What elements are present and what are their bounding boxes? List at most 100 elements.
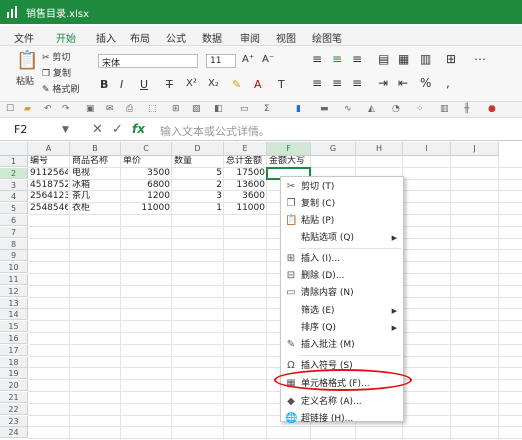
confirm-icon[interactable]: ✓: [112, 122, 123, 137]
subscript-icon[interactable]: X₂: [208, 78, 219, 89]
data-cell[interactable]: 11000: [226, 203, 265, 214]
font-name-select[interactable]: 宋体: [98, 54, 198, 69]
data-cell[interactable]: 25485466: [30, 203, 68, 214]
context-menu-item[interactable]: 排序 (Q) ▶: [281, 320, 403, 337]
context-menu-item[interactable]: ✂ 剪切 (T): [281, 179, 403, 196]
fx-icon[interactable]: fx: [132, 122, 145, 136]
highlight-icon[interactable]: ✎: [232, 78, 241, 91]
context-menu-item[interactable]: ⊟ 删除 (D)...: [281, 268, 403, 285]
select-icon[interactable]: ⬚: [148, 104, 160, 114]
row-header[interactable]: 20: [0, 380, 28, 392]
align-center-icon[interactable]: ≡: [332, 76, 342, 90]
merge-icon[interactable]: ▦: [398, 52, 409, 66]
dropdown-icon[interactable]: ▼: [62, 125, 69, 135]
row-header[interactable]: 10: [0, 262, 28, 274]
chart-column-icon[interactable]: ▮: [296, 104, 308, 114]
row-header[interactable]: 4: [0, 191, 28, 203]
print-icon[interactable]: ⎙: [126, 104, 138, 114]
data-cell[interactable]: 11000: [123, 203, 170, 214]
data-cell[interactable]: 冰箱: [72, 180, 119, 191]
tab-view[interactable]: 视图: [276, 30, 296, 45]
row-header[interactable]: 24: [0, 427, 28, 439]
save-icon[interactable]: ▣: [86, 104, 98, 114]
sum-icon[interactable]: Σ: [264, 104, 276, 114]
header-cell[interactable]: 总计金额: [226, 156, 265, 167]
tab-file[interactable]: 文件: [14, 30, 34, 45]
row-header[interactable]: 2: [0, 167, 28, 179]
column-header-i[interactable]: I: [403, 142, 451, 156]
increase-font-icon[interactable]: A⁺: [242, 54, 254, 65]
percent-icon[interactable]: %: [420, 76, 431, 90]
column-header-h[interactable]: H: [356, 142, 403, 156]
borders-icon[interactable]: ⊞: [446, 52, 456, 66]
align-top-icon[interactable]: ≡: [312, 52, 322, 66]
cancel-icon[interactable]: ✕: [92, 122, 103, 137]
context-menu-item[interactable]: ▭ 清除内容 (N): [281, 285, 403, 302]
row-header[interactable]: 11: [0, 274, 28, 285]
decrease-font-icon[interactable]: A⁻: [262, 54, 274, 65]
data-cell[interactable]: 3: [174, 191, 222, 202]
column-header-j[interactable]: J: [451, 142, 499, 156]
redo-icon[interactable]: ↷: [62, 104, 74, 114]
row-header[interactable]: 9: [0, 250, 28, 262]
chart-stock-icon[interactable]: ╫: [464, 104, 476, 114]
textbox-icon[interactable]: ▭: [240, 104, 252, 114]
column-header-g[interactable]: G: [311, 142, 356, 156]
font-color-icon[interactable]: A: [254, 78, 262, 91]
chart-combo-icon[interactable]: ▥: [440, 104, 452, 114]
align-right-icon[interactable]: ≡: [352, 76, 362, 90]
column-header-f[interactable]: F: [267, 142, 311, 156]
data-cell[interactable]: 1200: [123, 191, 170, 202]
column-header-d[interactable]: D: [172, 142, 224, 156]
column-header-e[interactable]: E: [224, 142, 267, 156]
align-left-icon[interactable]: ≡: [312, 76, 322, 90]
copy-button[interactable]: ❐ 复制: [42, 66, 71, 79]
number-format-icon[interactable]: ▥: [420, 52, 431, 66]
row-header[interactable]: 21: [0, 392, 28, 403]
tab-insert[interactable]: 插入: [96, 30, 116, 45]
font-size-select[interactable]: 11: [206, 54, 236, 68]
data-cell[interactable]: 17500: [226, 168, 265, 179]
indent-icon[interactable]: ⇥: [378, 76, 388, 90]
context-menu-item[interactable]: ◆ 定义名称 (A)...: [281, 394, 403, 411]
tab-layout[interactable]: 布局: [130, 30, 150, 45]
data-cell[interactable]: 电视: [72, 168, 119, 179]
align-bottom-icon[interactable]: ≡: [352, 52, 362, 66]
formula-input[interactable]: 输入文本或公式详情。: [160, 123, 270, 139]
chart-pie-icon[interactable]: ◔: [392, 104, 404, 114]
data-cell[interactable]: 45187525: [30, 180, 68, 191]
row-header[interactable]: 6: [0, 215, 28, 226]
comma-icon[interactable]: ,: [446, 76, 450, 90]
row-header[interactable]: 15: [0, 321, 28, 333]
header-cell[interactable]: 金额大写: [269, 156, 321, 167]
chart-line-icon[interactable]: ∿: [344, 104, 356, 114]
select-all-corner[interactable]: [0, 142, 28, 156]
row-header[interactable]: 19: [0, 368, 28, 380]
table-icon[interactable]: ⊞: [172, 104, 184, 114]
tab-data[interactable]: 数据: [202, 30, 222, 45]
row-header[interactable]: 12: [0, 285, 28, 297]
data-cell[interactable]: 6800: [123, 180, 170, 191]
chart-area-icon[interactable]: ◭: [368, 104, 380, 114]
data-cell[interactable]: 3500: [123, 168, 170, 179]
data-cell[interactable]: 5: [174, 168, 222, 179]
row-header[interactable]: 22: [0, 403, 28, 415]
data-cell[interactable]: 茶几: [72, 191, 119, 202]
open-icon[interactable]: ▰: [24, 104, 36, 114]
shapes-icon[interactable]: ◧: [214, 104, 226, 114]
row-header[interactable]: 18: [0, 356, 28, 368]
tab-formulas[interactable]: 公式: [166, 30, 186, 45]
context-menu-item[interactable]: ✎ 插入批注 (M): [281, 337, 403, 354]
row-header[interactable]: 7: [0, 226, 28, 238]
paste-icon[interactable]: 📋: [16, 50, 38, 71]
data-cell[interactable]: 3600: [226, 191, 265, 202]
more-icon[interactable]: ⋯: [474, 52, 486, 66]
data-cell[interactable]: 衣柜: [72, 203, 119, 214]
email-icon[interactable]: ✉: [106, 104, 118, 114]
undo-icon[interactable]: ↶: [44, 104, 56, 114]
chart-more-icon[interactable]: ●: [488, 104, 500, 114]
row-header[interactable]: 14: [0, 309, 28, 321]
format-painter-button[interactable]: ✎ 格式刷: [42, 82, 79, 95]
new-icon[interactable]: ☐: [6, 104, 18, 114]
row-header[interactable]: 16: [0, 333, 28, 344]
